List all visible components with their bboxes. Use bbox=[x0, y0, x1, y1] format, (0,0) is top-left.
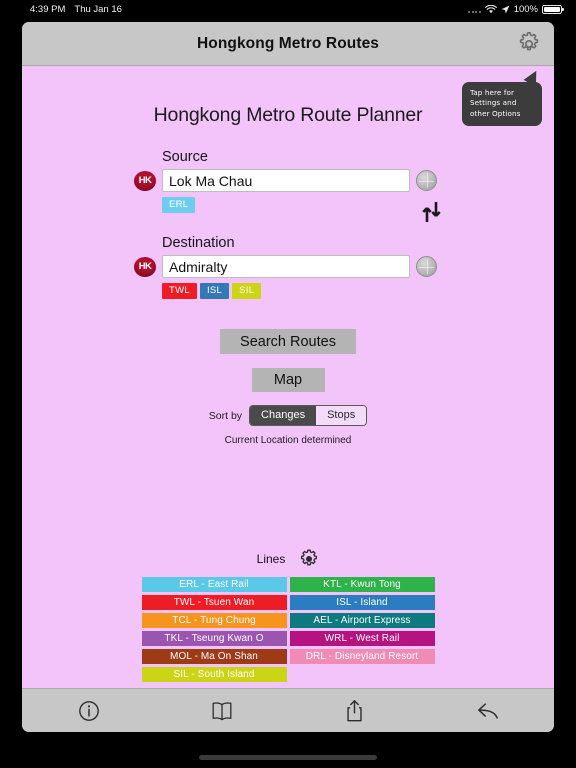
app-window: Hongkong Metro Routes Tap here for Setti… bbox=[22, 22, 554, 732]
destination-group: Destination HK TWL ISL SIL bbox=[22, 235, 554, 299]
source-globe-icon[interactable] bbox=[416, 170, 437, 191]
share-button[interactable] bbox=[288, 699, 421, 723]
sort-by-label: Sort by bbox=[208, 409, 243, 422]
lines-header: Lines bbox=[22, 549, 554, 569]
lines-title: Lines bbox=[256, 552, 286, 566]
tooltip-text: Tap here for Settings and other Options bbox=[470, 88, 521, 118]
status-time: 4:39 PM bbox=[30, 3, 66, 15]
line-chip[interactable]: TCL - Tung Chung bbox=[141, 613, 287, 628]
book-icon bbox=[212, 701, 231, 720]
reply-button[interactable] bbox=[421, 700, 554, 722]
line-chip[interactable]: AEL - Airport Express bbox=[289, 613, 435, 628]
sort-segmented-control[interactable]: Changes Stops bbox=[249, 405, 368, 426]
destination-row: HK bbox=[22, 255, 524, 278]
line-badge[interactable]: TWL bbox=[162, 283, 197, 299]
settings-tooltip: Tap here for Settings and other Options bbox=[462, 67, 543, 127]
source-group: Source HK ERL bbox=[22, 149, 554, 213]
share-icon bbox=[347, 699, 362, 721]
sort-option-stops[interactable]: Stops bbox=[316, 406, 367, 425]
source-row: HK bbox=[22, 169, 524, 192]
gear-icon[interactable] bbox=[299, 549, 319, 569]
book-button[interactable] bbox=[155, 701, 288, 721]
line-chip[interactable]: TKL - Tseung Kwan O bbox=[141, 631, 287, 646]
device-frame: 4:39 PM Thu Jan 16 100% Hongkong Metro R… bbox=[0, 0, 576, 768]
status-bar-right: 100% bbox=[468, 3, 564, 15]
status-bar: 4:39 PM Thu Jan 16 100% bbox=[0, 0, 576, 18]
destination-input[interactable] bbox=[162, 255, 410, 278]
destination-line-badges: TWL ISL SIL bbox=[162, 283, 524, 299]
status-date: Thu Jan 16 bbox=[74, 3, 122, 15]
line-chip[interactable]: DRL - Disneyland Resort bbox=[289, 649, 435, 664]
reply-icon bbox=[477, 702, 498, 719]
main-content: Tap here for Settings and other Options … bbox=[22, 66, 554, 709]
line-chip[interactable]: WRL - West Rail bbox=[289, 631, 435, 646]
wifi-icon bbox=[484, 4, 497, 13]
location-arrow-icon bbox=[501, 5, 510, 13]
search-routes-button[interactable]: Search Routes bbox=[220, 329, 356, 354]
sort-option-changes[interactable]: Changes bbox=[250, 406, 317, 425]
home-indicator bbox=[199, 755, 377, 760]
page-title: Hongkong Metro Routes bbox=[196, 34, 380, 52]
source-label: Source bbox=[162, 149, 208, 165]
bottom-toolbar bbox=[22, 688, 554, 732]
hk-badge-icon: HK bbox=[134, 170, 156, 191]
sort-control-row: Sort by Changes Stops bbox=[22, 405, 554, 426]
status-bar-left: 4:39 PM Thu Jan 16 bbox=[30, 4, 122, 15]
signal-dots-icon bbox=[468, 6, 481, 13]
line-chip[interactable]: SIL - South Island bbox=[141, 667, 287, 682]
line-chip[interactable]: ISL - Island bbox=[289, 595, 435, 610]
info-icon bbox=[78, 700, 99, 721]
line-chip[interactable]: TWL - Tsuen Wan bbox=[141, 595, 287, 610]
line-chip[interactable]: ERL - East Rail bbox=[141, 577, 287, 592]
line-badge[interactable]: ERL bbox=[162, 197, 196, 213]
map-button[interactable]: Map bbox=[251, 368, 325, 392]
source-line-badges: ERL bbox=[162, 197, 524, 213]
line-badge[interactable]: ISL bbox=[199, 283, 230, 299]
line-badge[interactable]: SIL bbox=[232, 283, 262, 299]
line-chip[interactable]: MOL - Ma On Shan bbox=[141, 649, 287, 664]
gear-icon[interactable] bbox=[516, 31, 542, 57]
swap-arrows-icon[interactable] bbox=[421, 200, 443, 224]
hk-badge-icon: HK bbox=[134, 256, 156, 277]
info-button[interactable] bbox=[22, 700, 155, 722]
line-chip[interactable]: KTL - Kwun Tong bbox=[289, 577, 435, 592]
battery-icon bbox=[542, 4, 564, 14]
destination-globe-icon[interactable] bbox=[416, 256, 437, 277]
source-input[interactable] bbox=[162, 169, 410, 192]
location-status-text: Current Location determined bbox=[224, 435, 352, 446]
destination-label: Destination bbox=[162, 235, 235, 251]
navigation-bar: Hongkong Metro Routes bbox=[22, 22, 554, 66]
battery-percent: 100% bbox=[513, 3, 538, 15]
lines-legend-grid: ERL - East Rail KTL - Kwun Tong TWL - Ts… bbox=[22, 577, 554, 682]
